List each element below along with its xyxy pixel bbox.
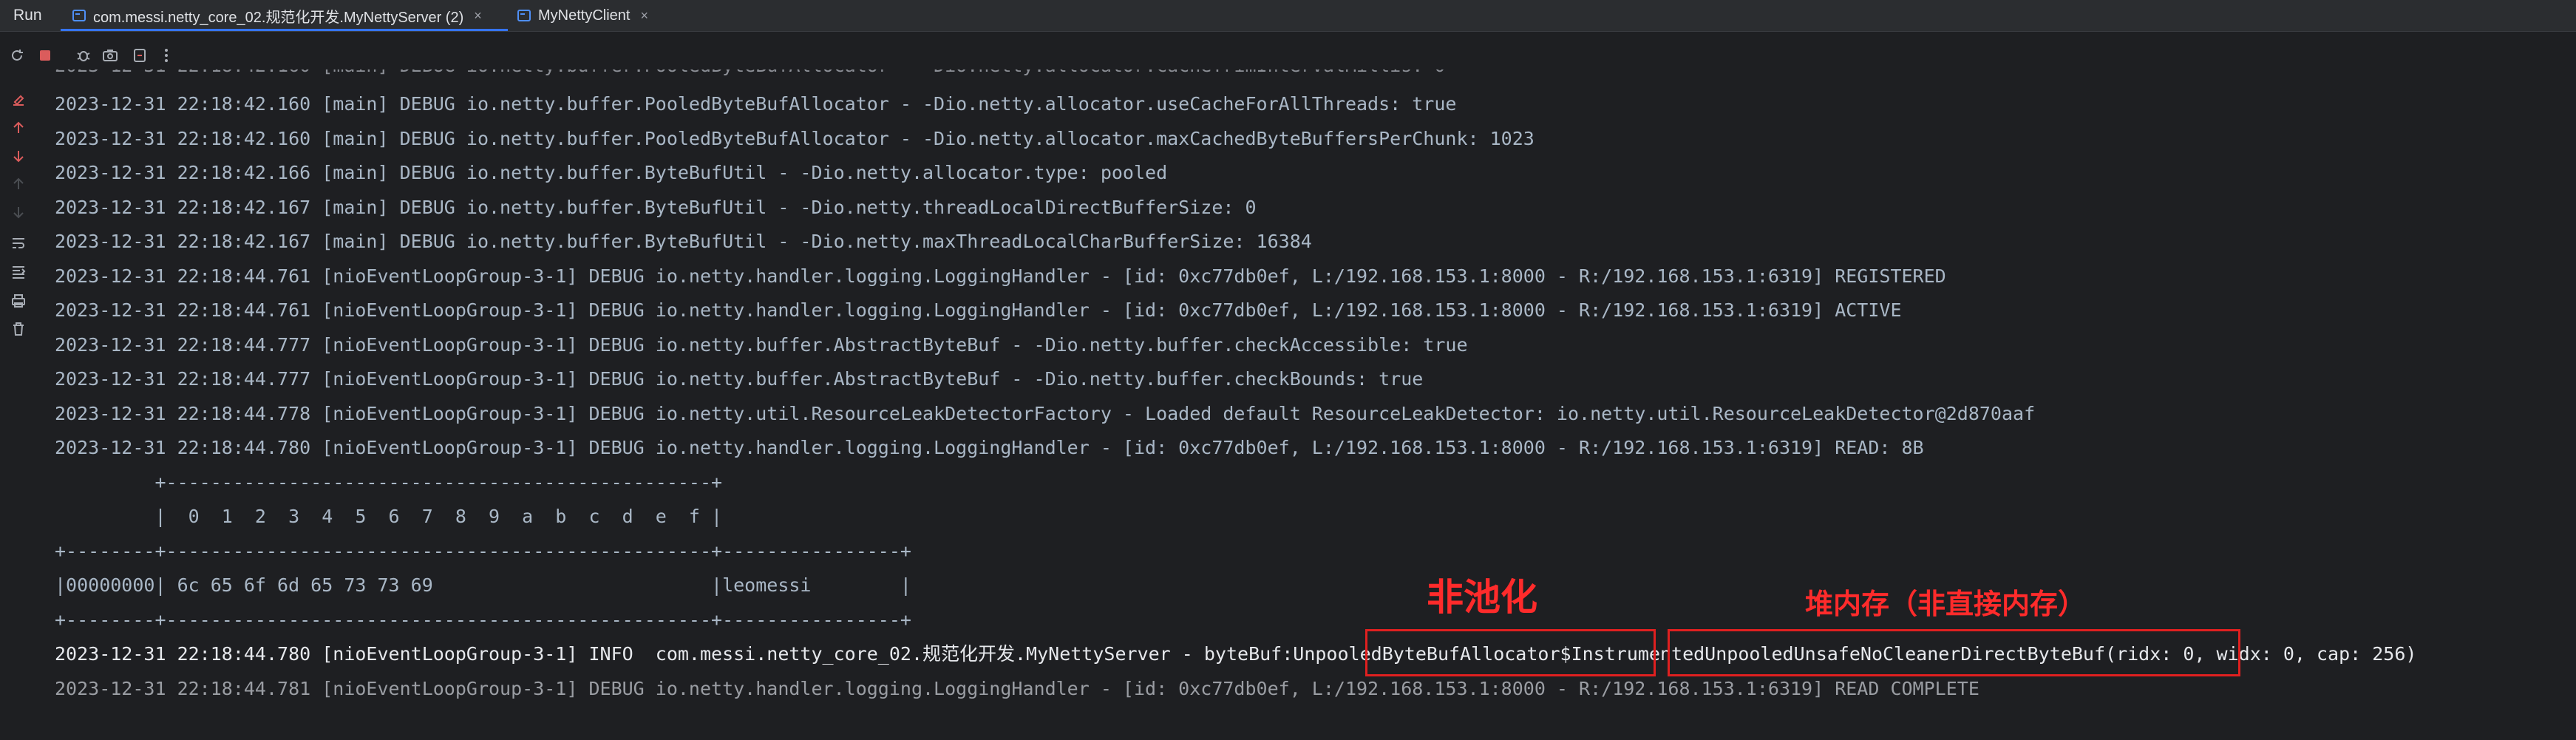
console-line: 2023-12-31 22:18:42.160 [main] DEBUG io.… xyxy=(55,128,1535,149)
more-icon[interactable] xyxy=(157,46,176,65)
tab-label: com.messi.netty_core_02.规范化开发.MyNettySer… xyxy=(93,9,464,26)
scroll-to-end-icon[interactable] xyxy=(9,262,28,281)
tab-mynettyserver[interactable]: com.messi.netty_core_02.规范化开发.MyNettySer… xyxy=(61,0,508,31)
tab-mynettyclient[interactable]: MyNettyClient × xyxy=(517,0,673,31)
console-line: 2023-12-31 22:18:42.167 [main] DEBUG io.… xyxy=(55,197,1257,218)
hex-dump-border: +---------------------------------------… xyxy=(55,472,723,493)
console-line: 2023-12-31 22:18:42.167 [main] DEBUG io.… xyxy=(55,231,1312,252)
run-config-icon xyxy=(72,9,86,22)
console-line: 2023-12-31 22:18:44.781 [nioEventLoopGro… xyxy=(55,678,1979,699)
close-icon[interactable]: × xyxy=(640,8,648,24)
screenshot-icon[interactable] xyxy=(101,46,120,65)
rerun-icon[interactable] xyxy=(7,46,27,65)
hex-dump-row: |00000000| 6c 65 6f 6d 65 73 73 69 |leom… xyxy=(55,574,911,596)
trash-icon[interactable] xyxy=(9,319,28,339)
console-line: 2023-12-31 22:18:44.780 [nioEventLoopGro… xyxy=(55,437,1924,458)
annotation-heap-label: 堆内存（非直接内存） xyxy=(1805,588,2087,620)
print-icon[interactable] xyxy=(9,291,28,310)
down-arrow-icon[interactable] xyxy=(9,146,28,166)
run-tool-window: Run com.messi.netty_core_02.规范化开发.MyNett… xyxy=(0,0,2576,740)
run-config-icon xyxy=(517,9,531,22)
console-line: 2023-12-31 22:18:42.166 [main] DEBUG io.… xyxy=(55,162,1168,183)
stop-icon[interactable] xyxy=(35,46,55,65)
console-line: 2023-12-31 22:18:42.160 [main] DEBUG io.… xyxy=(55,93,1457,115)
annotation-unpooled-label: 非池化 xyxy=(1427,576,1537,619)
hex-dump-border: +--------+------------------------------… xyxy=(55,609,911,631)
debug-icon[interactable] xyxy=(74,46,93,65)
pin-icon[interactable] xyxy=(130,46,149,65)
up-arrow-icon[interactable] xyxy=(9,118,28,138)
tab-label: MyNettyClient xyxy=(538,7,631,24)
up-arrow-disabled-icon[interactable] xyxy=(9,174,28,194)
console-line: 2023-12-31 22:18:44.777 [nioEventLoopGro… xyxy=(55,368,1424,390)
annotation-box-unpooled xyxy=(1365,629,1656,676)
hex-dump-border: +--------+------------------------------… xyxy=(55,540,911,562)
close-icon[interactable]: × xyxy=(474,8,482,24)
soft-wrap-icon[interactable] xyxy=(9,234,28,253)
annotation-box-heap xyxy=(1668,629,2240,676)
clear-icon[interactable] xyxy=(9,90,28,109)
console-line: 2023-12-31 22:18:44.761 [nioEventLoopGro… xyxy=(55,299,1902,321)
console-line: 2023-12-31 22:18:42.160 [main] DEBUG io.… xyxy=(55,69,1445,83)
console-line: 2023-12-31 22:18:44.778 [nioEventLoopGro… xyxy=(55,403,2036,424)
console-line: 2023-12-31 22:18:44.761 [nioEventLoopGro… xyxy=(55,265,1946,287)
run-title: Run xyxy=(13,7,42,24)
console-line: 2023-12-31 22:18:44.777 [nioEventLoopGro… xyxy=(55,334,1468,356)
run-tab-bar: Run com.messi.netty_core_02.规范化开发.MyNett… xyxy=(0,0,2576,32)
down-arrow-disabled-icon[interactable] xyxy=(9,203,28,222)
hex-dump-header: | 0 1 2 3 4 5 6 7 8 9 a b c d e f | xyxy=(55,506,723,527)
